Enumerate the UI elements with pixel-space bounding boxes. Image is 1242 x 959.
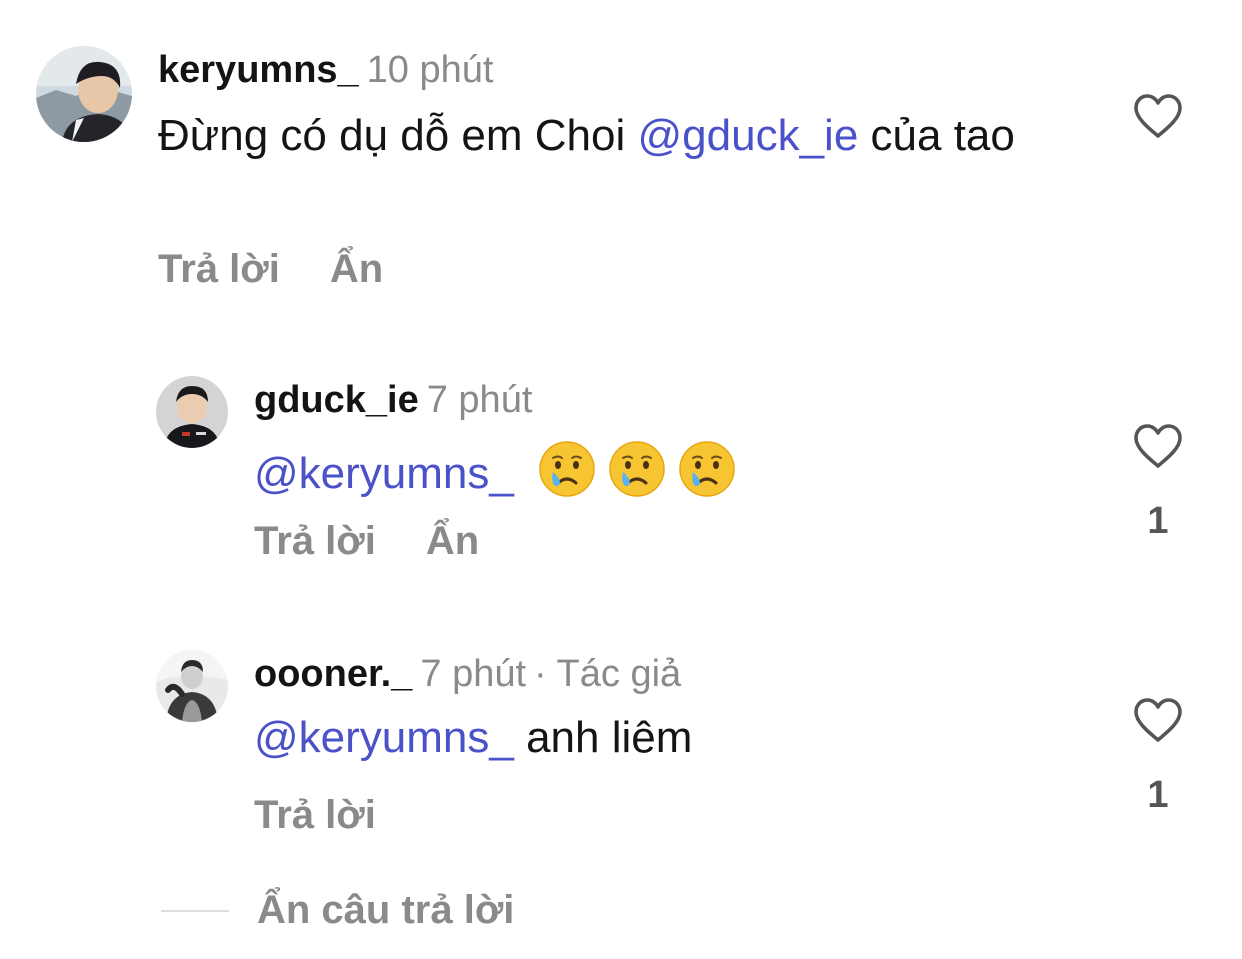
timestamp: 7 phút [426,379,533,421]
avatar[interactable] [156,650,228,722]
comment-text: @keryumns_ anh liêm [254,713,693,762]
divider [161,909,229,912]
heart-icon[interactable] [1132,92,1184,140]
crying-face-icon [609,441,665,497]
crying-face-icon [679,441,735,497]
username[interactable]: keryumns_ [158,49,359,91]
reply-button[interactable]: Trả lời [254,792,376,838]
username[interactable]: gduck_ie [254,379,419,421]
hide-replies-button[interactable]: Ẩn câu trả lời [257,888,514,932]
comment-text: Đừng có dụ dỗ em Choi @gduck_ie của tao [158,111,1015,160]
timestamp: 7 phút [420,653,527,695]
like-count: 1 [1147,774,1169,816]
hide-replies-row: Ẩn câu trả lời [161,888,514,933]
timestamp: 10 phút [366,49,494,91]
author-tag: · Tác giả [534,653,682,695]
heart-icon[interactable] [1132,422,1184,470]
mention-link[interactable]: @gduck_ie [638,111,859,160]
avatar[interactable] [156,376,228,448]
mention-link[interactable]: @keryumns_ [254,713,514,762]
crying-face-icon [539,441,595,497]
hide-button[interactable]: Ẩn [330,246,383,292]
avatar[interactable] [36,46,132,142]
reply-button[interactable]: Trả lời [254,518,376,564]
like-count: 1 [1147,500,1169,542]
username[interactable]: oooner._ [254,653,412,695]
reply-button[interactable]: Trả lời [158,246,280,292]
comment-text: @keryumns_ [254,440,1074,500]
mention-link[interactable]: @keryumns_ [254,449,514,498]
hide-button[interactable]: Ẩn [426,518,479,564]
heart-icon[interactable] [1132,696,1184,744]
